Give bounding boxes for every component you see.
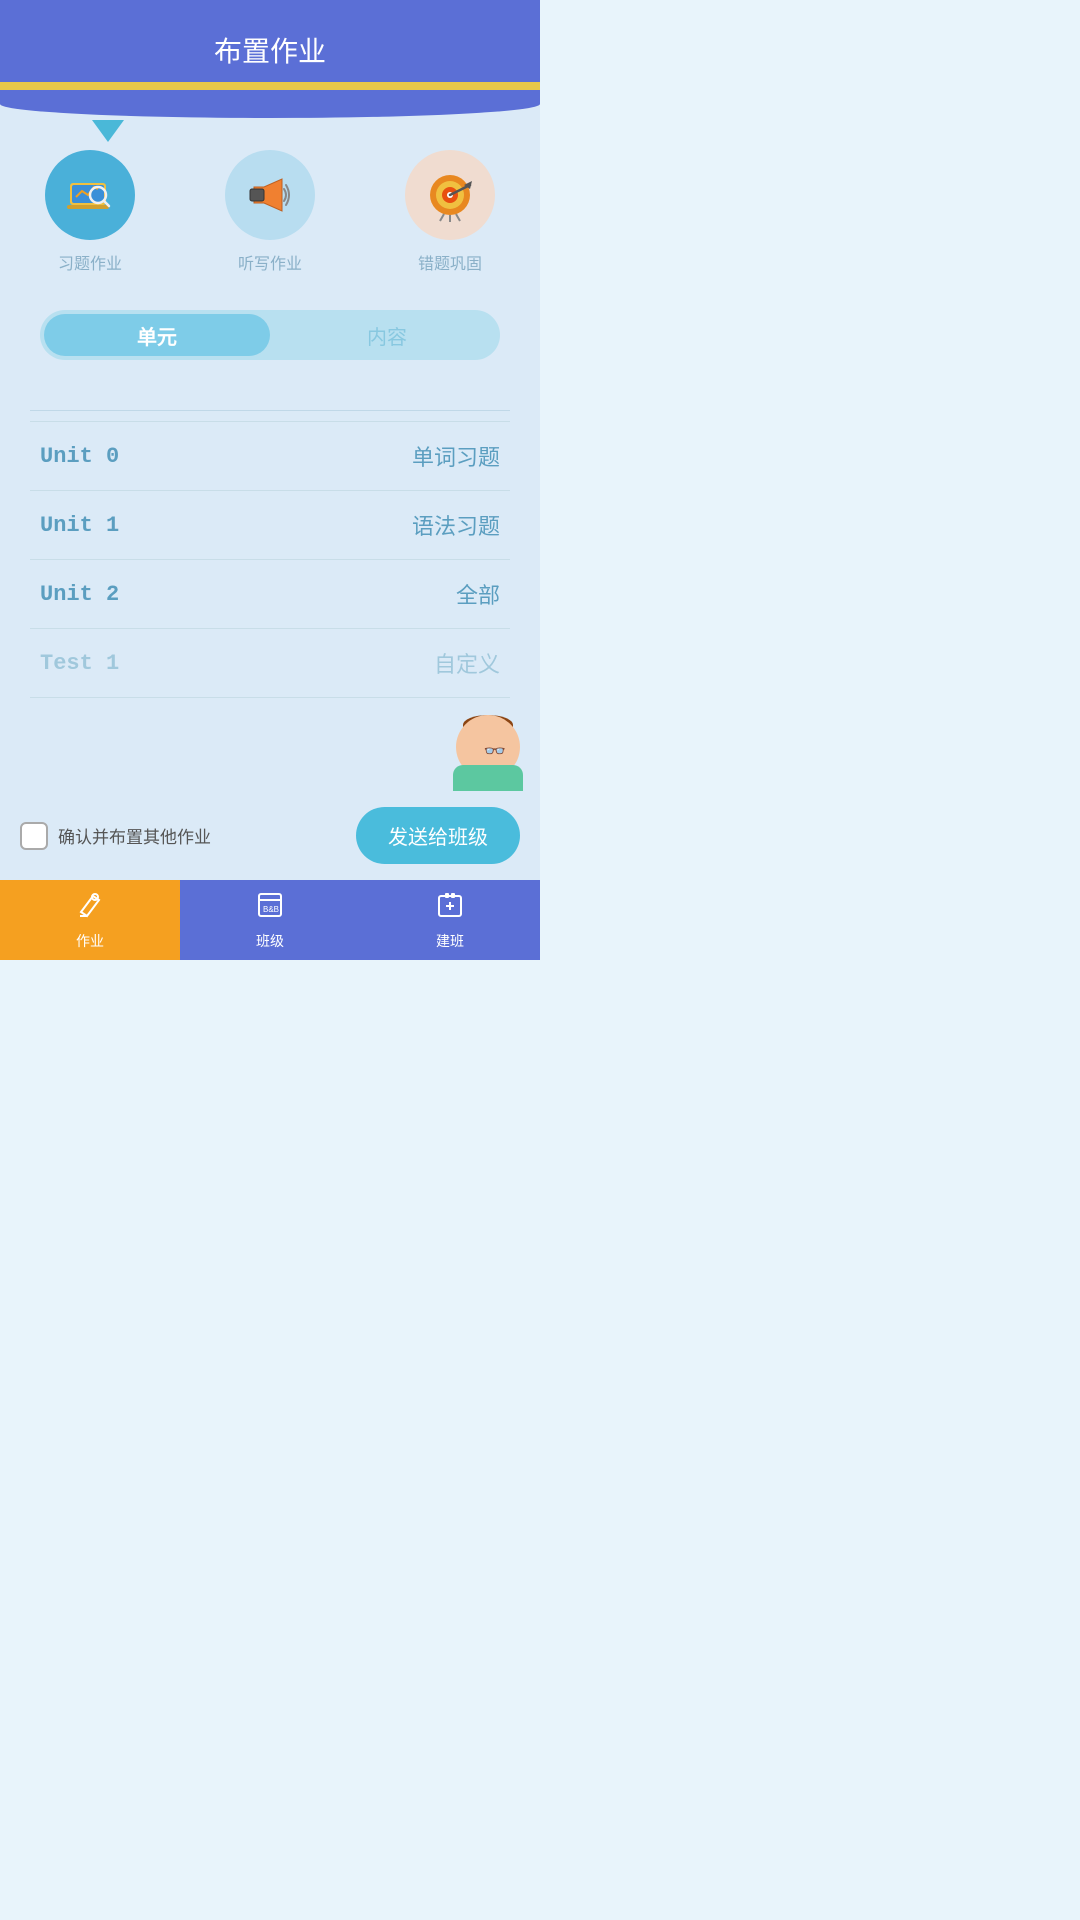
top-separator [30,410,510,411]
mistakes-icon [405,150,495,240]
dictation-icon [225,150,315,240]
unit-content: 语法习题 [412,509,500,541]
unit-content: 单词习题 [412,440,500,472]
unit-name: Unit 0 [40,444,119,469]
confirm-checkbox[interactable] [20,822,48,850]
icon-section: 习题作业 听写作业 [0,100,540,294]
unit-name: Unit 1 [40,513,119,538]
tab-unit[interactable]: 单元 [44,314,270,356]
app-container: 布置作业 习题作业 [0,0,540,960]
homework-nav-icon [75,890,105,927]
bottom-action-bar: 确认并布置其他作业 发送给班级 [0,791,540,880]
mistakes-item[interactable]: 错题巩固 [405,150,495,274]
unit-name: Test 1 [40,651,119,676]
tab-bar: 单元 内容 [40,310,500,360]
char-glasses: 👓 [484,741,506,762]
send-to-class-button[interactable]: 发送给班级 [356,807,520,864]
mistakes-label: 错题巩固 [418,250,482,274]
tab-content[interactable]: 内容 [274,310,500,360]
exercises-icon [45,150,135,240]
list-row[interactable]: Unit 0 单词习题 [30,421,510,491]
unit-content: 全部 [456,578,500,610]
header-blue-bottom [0,90,540,118]
header: 布置作业 [0,0,540,100]
list-row[interactable]: Test 1 自定义 [30,629,510,698]
nav-create[interactable]: 建班 [360,880,540,960]
unit-table: Unit 0 单词习题 Unit 1 语法习题 Unit 2 全部 Test 1… [30,421,510,698]
dictation-label: 听写作业 [238,250,302,274]
list-row[interactable]: Unit 1 语法习题 [30,491,510,560]
create-nav-icon [435,890,465,927]
active-indicator [92,120,124,142]
exercises-label: 习题作业 [58,250,122,274]
class-nav-icon: B&B [255,890,285,927]
nav-homework[interactable]: 作业 [0,880,180,960]
svg-text:B&B: B&B [263,905,279,914]
nav-class[interactable]: B&B 班级 [180,880,360,960]
unit-name: Unit 2 [40,582,119,607]
nav-create-label: 建班 [436,931,464,951]
confirm-checkbox-label[interactable]: 确认并布置其他作业 [20,822,211,850]
tab-bar-wrapper: 单元 内容 [0,294,540,370]
homework-exercises-item[interactable]: 习题作业 [45,150,135,274]
bottom-nav: 作业 B&B 班级 建班 [0,880,540,960]
spacer [0,370,540,410]
unit-content: 自定义 [434,647,500,679]
list-row[interactable]: Unit 2 全部 [30,560,510,629]
nav-class-label: 班级 [256,931,284,951]
dictation-item[interactable]: 听写作业 [225,150,315,274]
nav-homework-label: 作业 [76,931,104,951]
page-title: 布置作业 [214,30,326,70]
